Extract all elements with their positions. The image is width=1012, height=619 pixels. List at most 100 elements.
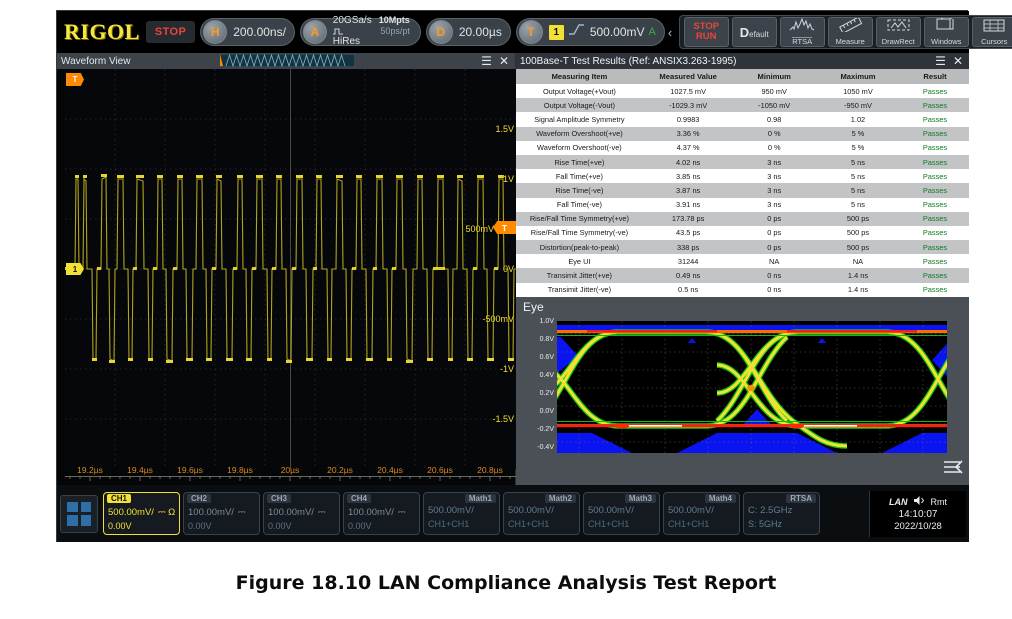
ruler-icon: [838, 18, 863, 37]
voltage-label-1: 1.5V: [495, 124, 514, 134]
measured-value: 3.87 ns: [643, 183, 734, 197]
maximum-value: NA: [815, 254, 901, 268]
table-row[interactable]: Fall Time(-ve)3.91 ns3 ns5 nsPasses: [516, 198, 969, 212]
windows-button[interactable]: Windows: [924, 17, 969, 47]
table-row[interactable]: Transimit Jitter(-ve)0.5 ns0 ns1.4 nsPas…: [516, 283, 969, 297]
math-box-1[interactable]: Math1 500.00mV/ CH1+CH1: [423, 492, 500, 535]
measured-value: 3.85 ns: [643, 169, 734, 183]
table-row[interactable]: Rise Time(-ve)3.87 ns3 ns5 nsPasses: [516, 183, 969, 197]
default-button[interactable]: D efault: [732, 17, 777, 47]
table-row[interactable]: Fall Time(+ve)3.85 ns3 ns5 nsPasses: [516, 169, 969, 183]
waveform-grid[interactable]: T 1 1.5V 1V 500mV T 0V -500mV -1V -1.5V: [65, 69, 516, 469]
minimum-value: 0.98: [733, 112, 815, 126]
table-row[interactable]: Distortion(peak-to-peak)338 ps0 ps500 ps…: [516, 240, 969, 254]
result-value: Passes: [901, 112, 969, 126]
table-row[interactable]: Rise/Fall Time Symmetry(-ve)43.5 ps0 ps5…: [516, 226, 969, 240]
math3-scale: 500.00mV/: [588, 505, 634, 516]
trigger-position-flag[interactable]: T: [66, 73, 84, 86]
math1-expression: CH1+CH1: [428, 519, 469, 529]
rtsa-center-freq: C: 2.5GHz: [748, 505, 792, 516]
result-value: Passes: [901, 212, 969, 226]
table-row[interactable]: Signal Amplitude Symmetry0.99830.981.02P…: [516, 112, 969, 126]
drawrect-icon: [886, 19, 911, 37]
rtsa-box[interactable]: RTSA C: 2.5GHz S: 5GHz: [743, 492, 820, 535]
math2-scale: 500.00mV/: [508, 505, 554, 516]
measuring-item: Rise Time(+ve): [516, 155, 643, 169]
screenshot-root: RIGOL STOP H 200.00ns/ A 20GSa/s 10Mpts: [0, 0, 1012, 619]
table-row[interactable]: Eye UI31244NANAPasses: [516, 254, 969, 268]
cursors-button[interactable]: Cursors: [972, 17, 1012, 47]
waveform-overview-thumbnail[interactable]: [220, 54, 355, 67]
result-value: Passes: [901, 98, 969, 112]
ch4-offset: 0.00V: [348, 521, 372, 531]
math-box-3[interactable]: Math3 500.00mV/ CH1+CH1: [583, 492, 660, 535]
eye-diagram-plot[interactable]: [557, 321, 947, 453]
table-row[interactable]: Rise Time(+ve)4.02 ns3 ns5 nsPasses: [516, 155, 969, 169]
delay-pill[interactable]: D 20.00µs: [426, 18, 511, 46]
ch3-coupling-icon: ⎓: [318, 507, 326, 518]
table-row[interactable]: Rise/Fall Time Symmetry(+ve)173.78 ps0 p…: [516, 212, 969, 226]
run-state-badge[interactable]: STOP: [146, 21, 195, 43]
speaker-icon[interactable]: [913, 495, 926, 508]
math3-expression: CH1+CH1: [588, 519, 629, 529]
measured-value: 338 ps: [643, 240, 734, 254]
maximum-value: 1050 mV: [815, 84, 901, 98]
table-row[interactable]: Output Voltage(+Vout)1027.5 mV950 mV1050…: [516, 84, 969, 98]
math3-tag: Math3: [625, 494, 656, 503]
table-row[interactable]: Waveform Overshoot(-ve)4.37 %0 %5 %Passe…: [516, 141, 969, 155]
table-row[interactable]: Transimit Jitter(+ve)0.49 ns0 ns1.4 nsPa…: [516, 268, 969, 282]
maximum-value: 5 ns: [815, 169, 901, 183]
waveform-menu-icon[interactable]: ☰: [481, 55, 492, 67]
minimum-value: 0 ns: [733, 283, 815, 297]
rtsa-label: RTSA: [792, 37, 812, 46]
minimum-value: -1050 mV: [733, 98, 815, 112]
waveform-close-icon[interactable]: ✕: [499, 55, 509, 67]
math-box-2[interactable]: Math2 500.00mV/ CH1+CH1: [503, 492, 580, 535]
table-row[interactable]: Waveform Overshoot(+ve)3.36 %0 %5 %Passe…: [516, 127, 969, 141]
result-value: Passes: [901, 240, 969, 254]
voltage-label-3: 500mV: [465, 224, 494, 234]
results-menu-icon[interactable]: ☰: [935, 55, 946, 67]
maximum-value: 1.02: [815, 112, 901, 126]
toolbar-prev-arrow[interactable]: ‹: [665, 25, 675, 40]
channel-box-ch1[interactable]: CH1 500.00mV/ ⎓ Ω 0.00V: [103, 492, 180, 535]
layout-grid-button[interactable]: [60, 495, 98, 533]
status-icons-row: LAN Rmt: [889, 495, 947, 508]
windows-icon: [936, 18, 957, 37]
math4-scale: 500.00mV/: [668, 505, 714, 516]
results-close-icon[interactable]: ✕: [953, 55, 963, 67]
measure-button[interactable]: Measure: [828, 17, 873, 47]
delay-value: 20.00µs: [459, 25, 502, 39]
delay-knob-icon: D: [429, 20, 453, 44]
channel-box-ch4[interactable]: CH4 100.00mV/ ⎓ 0.00V: [343, 492, 420, 535]
trigger-level-marker[interactable]: T: [493, 221, 516, 234]
acquire-pill[interactable]: A 20GSa/s 10Mpts HiRes 50ps/pt: [300, 18, 421, 46]
math-box-4[interactable]: Math4 500.00mV/ CH1+CH1: [663, 492, 740, 535]
right-column: 100Base-T Test Results (Ref: ANSIX3.263-…: [516, 53, 969, 485]
rtsa-button[interactable]: RTSA: [780, 17, 825, 47]
drawrect-button[interactable]: DrawRect: [876, 17, 921, 47]
ch2-offset: 0.00V: [188, 521, 212, 531]
eye-collapse-icon[interactable]: [943, 459, 963, 480]
stop-run-button[interactable]: STOP RUN: [684, 17, 729, 47]
measuring-item: Output Voltage(-Vout): [516, 98, 643, 112]
horizontal-timebase-pill[interactable]: H 200.00ns/: [200, 18, 295, 46]
result-value: Passes: [901, 169, 969, 183]
horizontal-knob-icon: H: [203, 20, 227, 44]
channel1-ground-flag[interactable]: 1: [66, 263, 84, 275]
time-label-8: 20.6µs: [427, 465, 453, 475]
result-value: Passes: [901, 84, 969, 98]
grid-cell-4: [81, 515, 92, 526]
ch4-coupling-icon: ⎓: [398, 507, 406, 518]
measured-value: 43.5 ps: [643, 226, 734, 240]
channel-box-ch2[interactable]: CH2 100.00mV/ ⎓ 0.00V: [183, 492, 260, 535]
lan-indicator: LAN: [889, 497, 908, 507]
measured-value: 3.91 ns: [643, 198, 734, 212]
channel-bar: CH1 500.00mV/ ⎓ Ω 0.00V CH2 100.00mV/ ⎓ …: [57, 485, 969, 542]
math2-expression: CH1+CH1: [508, 519, 549, 529]
measuring-item: Transimit Jitter(+ve): [516, 268, 643, 282]
grid-cell-1: [67, 502, 78, 513]
channel-box-ch3[interactable]: CH3 100.00mV/ ⎓ 0.00V: [263, 492, 340, 535]
table-row[interactable]: Output Voltage(-Vout)-1029.3 mV-1050 mV-…: [516, 98, 969, 112]
trigger-pill[interactable]: T 1 500.00mV A: [516, 18, 665, 46]
